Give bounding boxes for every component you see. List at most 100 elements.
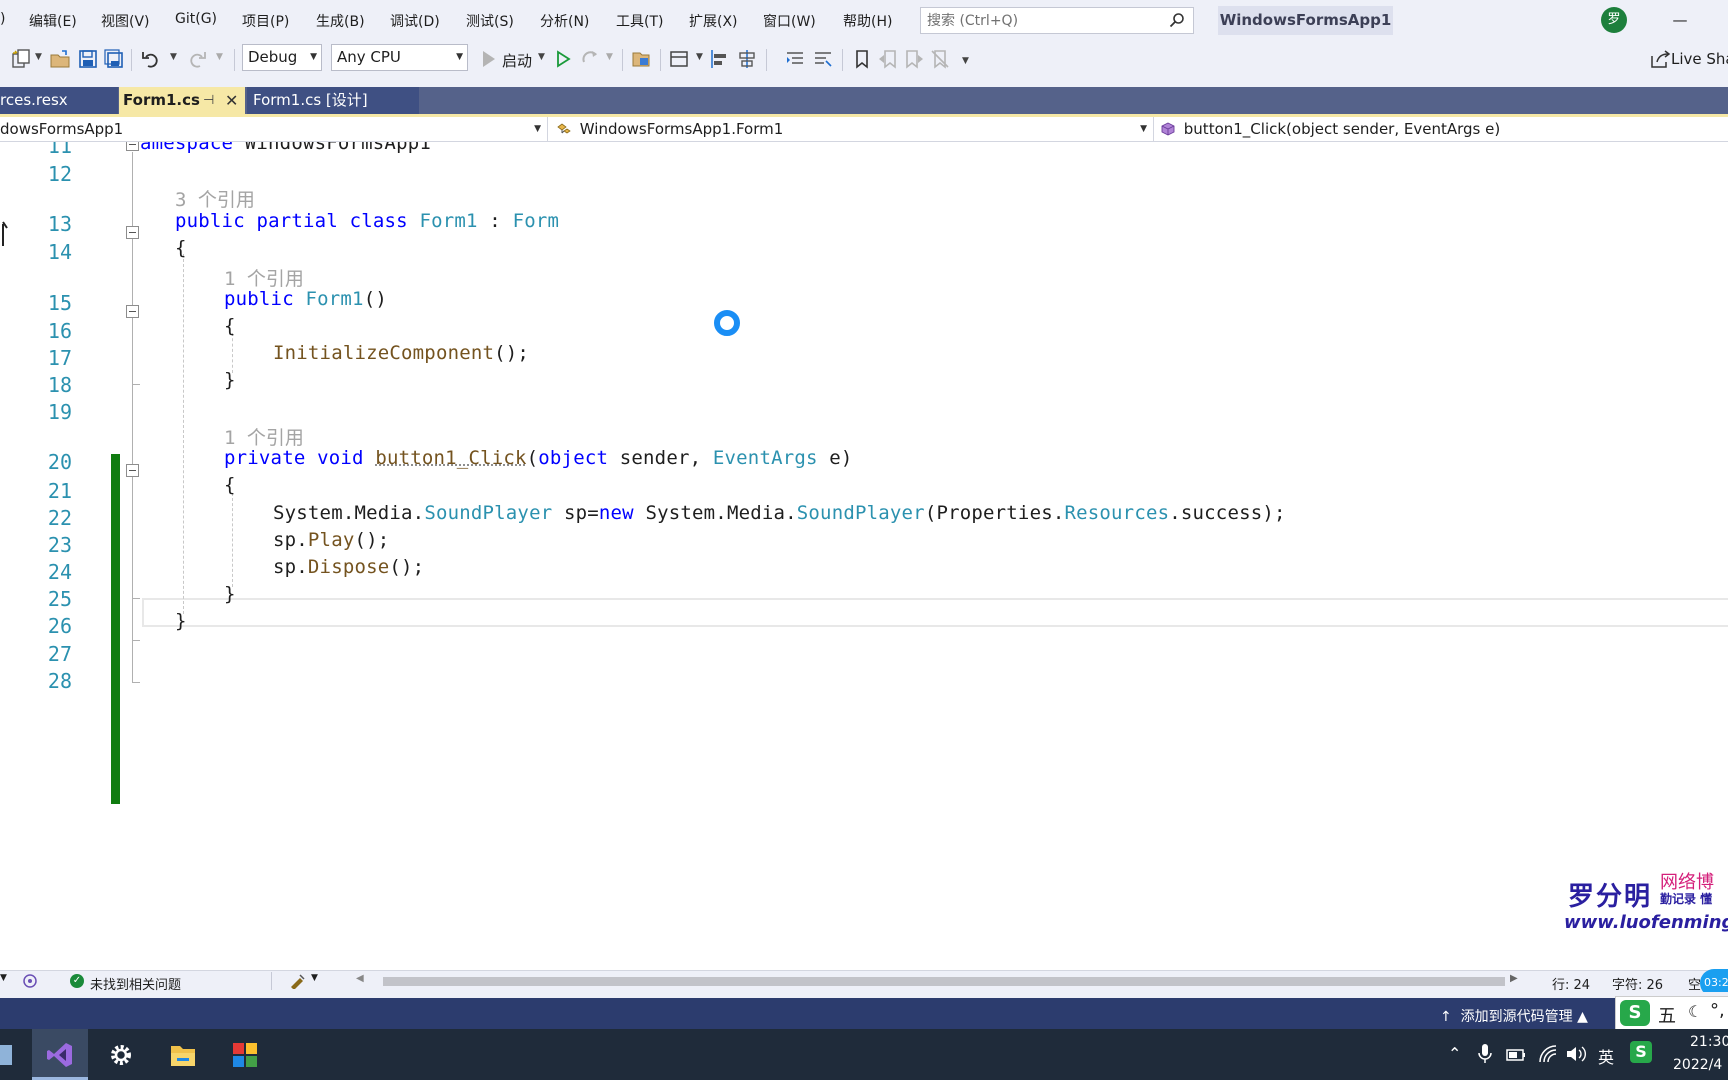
taskbar-visual-studio[interactable]	[32, 1029, 88, 1080]
member-dropdown[interactable]: button1_Click(object sender, EventArgs e…	[1158, 117, 1728, 141]
hot-reload-icon[interactable]	[580, 48, 602, 70]
microphone-icon[interactable]	[1478, 1043, 1492, 1065]
user-avatar[interactable]: 罗	[1601, 7, 1627, 33]
bookmark-icon[interactable]	[851, 48, 873, 70]
intellicode-icon[interactable]	[22, 973, 38, 989]
collapse-class-icon[interactable]	[126, 226, 139, 239]
redo-dropdown-icon[interactable]: ▼	[216, 52, 223, 62]
search-input[interactable]	[927, 12, 1157, 30]
code-line-18: }	[224, 369, 236, 391]
menu-item-tools[interactable]: 工具(T)	[616, 11, 663, 31]
search-box[interactable]	[920, 7, 1194, 34]
live-share-label[interactable]: Live Sha	[1671, 50, 1728, 68]
menu-item-edit[interactable]: 编辑(E)	[29, 11, 77, 31]
codelens-references[interactable]: 1 个引用	[224, 264, 304, 291]
platform-select[interactable]: Any CPU ▼	[331, 44, 468, 71]
collapse-namespace-icon[interactable]	[126, 142, 139, 151]
menu-item-test[interactable]: 测试(S)	[466, 11, 514, 31]
configuration-select[interactable]: Debug ▼	[242, 44, 322, 71]
tray-expand-icon[interactable]: ⌃	[1448, 1044, 1461, 1063]
menu-item-help[interactable]: 帮助(H)	[843, 11, 892, 31]
undo-dropdown-icon[interactable]: ▼	[170, 52, 177, 62]
input-language[interactable]: 英	[1598, 1044, 1614, 1068]
battery-icon[interactable]	[1506, 1045, 1528, 1063]
save-all-icon[interactable]	[103, 48, 125, 70]
wifi-icon[interactable]	[1538, 1044, 1558, 1064]
start-play-icon[interactable]	[478, 48, 500, 70]
new-project-icon[interactable]	[10, 48, 32, 70]
menu-item-project[interactable]: 项目(P)	[242, 11, 289, 31]
issues-status[interactable]: 未找到相关问题	[90, 974, 181, 993]
collapse-method-icon[interactable]	[126, 464, 139, 477]
scroll-right-icon[interactable]: ▶	[1510, 973, 1518, 984]
add-to-source-control-button[interactable]: ↑ 添加到源代码管理 ▲	[1440, 1006, 1588, 1026]
taskbar-file-explorer[interactable]	[155, 1029, 211, 1080]
undo-icon[interactable]	[140, 48, 162, 70]
start-dropdown-icon[interactable]: ▼	[538, 52, 545, 62]
tab-label: Form1.cs	[123, 91, 200, 109]
close-icon[interactable]: ✕	[225, 87, 238, 114]
align-center-icon[interactable]	[736, 48, 758, 70]
punctuation-icon[interactable]: °,	[1710, 1000, 1725, 1021]
menu-item-build[interactable]: 生成(B)	[316, 11, 365, 31]
line-number: 27	[20, 642, 72, 666]
indent-icon[interactable]	[784, 48, 806, 70]
align-left-icon[interactable]	[708, 48, 730, 70]
type-dropdown[interactable]: WindowsFormsApp1.Form1 ▼	[554, 117, 1154, 141]
ime-toolbar[interactable]: S 五 ☾ °,	[1615, 996, 1728, 1030]
menu-item-view[interactable]: 视图(V)	[101, 11, 150, 31]
code-token: button1_Click	[375, 447, 526, 469]
open-folder-icon[interactable]	[49, 48, 71, 70]
code-editor[interactable]: 11 12 13 14 15 16 17 18 19 20 21 22 23 2…	[0, 142, 1728, 970]
clock-date[interactable]: 2022/4	[1673, 1057, 1722, 1073]
hot-reload-dropdown-icon[interactable]: ▼	[606, 52, 613, 62]
moon-icon[interactable]: ☾	[1688, 1002, 1702, 1021]
menu-item-git[interactable]: Git(G)	[175, 11, 217, 27]
clock-time[interactable]: 21:30	[1690, 1034, 1728, 1050]
scroll-left-icon[interactable]: ◀	[356, 973, 364, 984]
menu-item-partial[interactable]: )	[0, 11, 5, 27]
code-cleanup-icon[interactable]	[288, 973, 306, 989]
redo-icon[interactable]	[186, 48, 208, 70]
taskbar-app-media[interactable]	[217, 1029, 273, 1080]
start-debugging-label[interactable]: 启动	[502, 50, 532, 71]
codelens-references[interactable]: 1 个引用	[224, 423, 304, 450]
toolbar-overflow-icon[interactable]: ▼	[962, 56, 969, 66]
minimize-button[interactable]: —	[1670, 6, 1690, 34]
windows-taskbar: ⌃ 英 S 21:30 2022/4	[0, 1029, 1728, 1080]
tab-resources-resx[interactable]: rces.resx	[0, 87, 118, 114]
solution-explorer-icon[interactable]	[630, 48, 652, 70]
tab-form1-cs[interactable]: Form1.cs ⊣ ✕	[119, 87, 245, 114]
pin-icon[interactable]: ⊣	[203, 87, 214, 114]
volume-icon[interactable]	[1565, 1044, 1587, 1064]
menu-item-window[interactable]: 窗口(W)	[763, 11, 816, 31]
codelens-references[interactable]: 3 个引用	[175, 185, 255, 212]
code-cleanup-dropdown-icon[interactable]: ▼	[311, 973, 318, 983]
project-dropdown[interactable]: dowsFormsApp1 ▼	[0, 117, 548, 141]
comment-out-icon[interactable]	[812, 48, 834, 70]
ime-mode-label[interactable]: 五	[1658, 1002, 1676, 1028]
collapse-constructor-icon[interactable]	[126, 305, 139, 318]
save-icon[interactable]	[77, 48, 99, 70]
horizontal-scrollbar[interactable]	[383, 977, 1505, 986]
menu-item-extensions[interactable]: 扩展(X)	[689, 11, 738, 31]
live-share-icon[interactable]	[1649, 48, 1671, 70]
search-icon[interactable]	[1169, 12, 1185, 28]
taskbar-app-partial[interactable]	[0, 1029, 28, 1080]
zoom-dropdown-icon[interactable]: ▼	[0, 973, 7, 983]
new-project-dropdown-icon[interactable]: ▼	[35, 52, 42, 62]
menu-item-analyze[interactable]: 分析(N)	[540, 11, 589, 31]
chevron-up-icon: ▲	[1573, 1009, 1588, 1025]
previous-bookmark-icon[interactable]	[877, 48, 899, 70]
layout-dropdown-icon[interactable]: ▼	[696, 52, 703, 62]
sogou-tray-icon[interactable]: S	[1630, 1041, 1652, 1063]
menu-item-debug[interactable]: 调试(D)	[390, 11, 440, 31]
next-bookmark-icon[interactable]	[903, 48, 925, 70]
layout-icon[interactable]	[668, 48, 690, 70]
line-number: 19	[20, 400, 72, 424]
tab-form1-design[interactable]: Form1.cs [设计]	[247, 87, 419, 114]
loading-spinner-icon	[714, 310, 740, 336]
taskbar-settings[interactable]	[93, 1029, 149, 1080]
clear-bookmarks-icon[interactable]	[929, 48, 951, 70]
start-without-debugging-icon[interactable]	[552, 48, 574, 70]
